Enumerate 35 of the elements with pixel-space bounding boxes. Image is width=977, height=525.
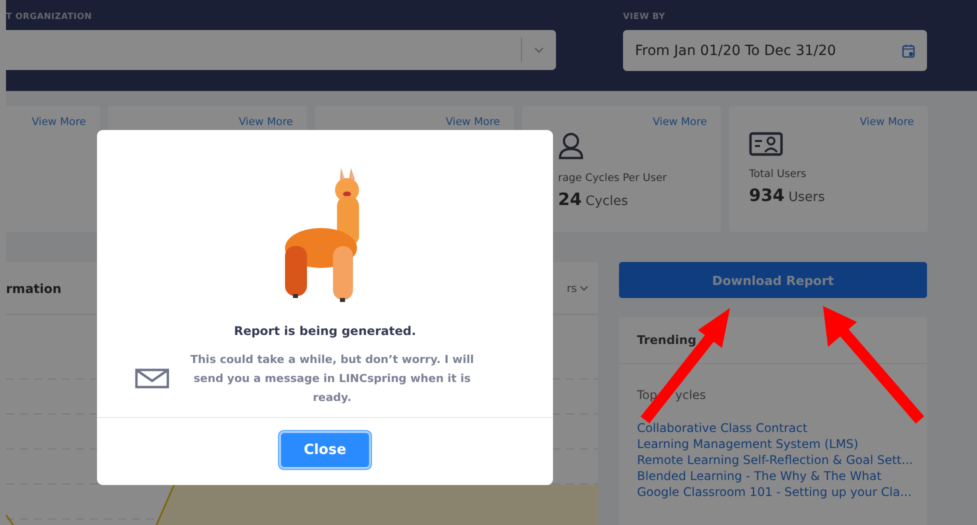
dialog-title: Report is being generated.: [234, 324, 416, 338]
cycle-link[interactable]: Learning Management System (LMS): [637, 437, 927, 451]
cycle-link[interactable]: Blended Learning - The Why & The What: [637, 469, 927, 483]
cycle-link[interactable]: Collaborative Class Contract: [637, 421, 927, 435]
view-more-link[interactable]: View More: [860, 116, 914, 128]
view-more-link[interactable]: View More: [446, 116, 500, 128]
dialog-message: This could take a while, but don’t worry. I will send you a message in LINCspring when it is ready.: [189, 352, 475, 406]
field-label: T ORGANIZATION: [6, 12, 93, 22]
id-card-icon: [749, 132, 783, 156]
stat-label: rage Cycles Per User: [558, 172, 668, 184]
stat-value: 24: [558, 190, 582, 210]
stat-unit: Cycles: [586, 194, 628, 209]
filter-dropdown[interactable]: rs: [566, 282, 588, 294]
calendar-icon: [902, 44, 915, 58]
section-subtitle: Top: [637, 388, 658, 402]
stat-unit: Users: [788, 190, 825, 205]
chevron-down-icon: [534, 47, 544, 53]
card-title: Trending: [637, 333, 696, 347]
close-button[interactable]: Close: [279, 431, 371, 469]
panel-title: rmation: [6, 280, 62, 296]
date-range-field[interactable]: From Jan 01/20 To Dec 31/20: [623, 30, 927, 71]
cycle-link[interactable]: Google Classroom 101 - Setting up your Cla...: [637, 485, 927, 499]
section-subtitle: ycles: [675, 388, 706, 402]
organization-select[interactable]: [6, 30, 556, 70]
field-label: VIEW BY: [623, 12, 666, 22]
view-more-link[interactable]: View More: [652, 116, 707, 128]
stat-value: 934: [749, 186, 784, 206]
view-more-link[interactable]: View More: [238, 116, 293, 128]
cycle-link[interactable]: Remote Learning Self-Reflection & Goal Sett...: [637, 453, 927, 467]
chevron-down-icon: [580, 286, 588, 290]
view-more-link[interactable]: View More: [32, 116, 86, 128]
envelope-icon: [135, 368, 170, 389]
user-icon: [558, 132, 584, 160]
download-report-button[interactable]: Download Report: [619, 262, 927, 298]
stat-label: Total Users: [749, 168, 808, 180]
